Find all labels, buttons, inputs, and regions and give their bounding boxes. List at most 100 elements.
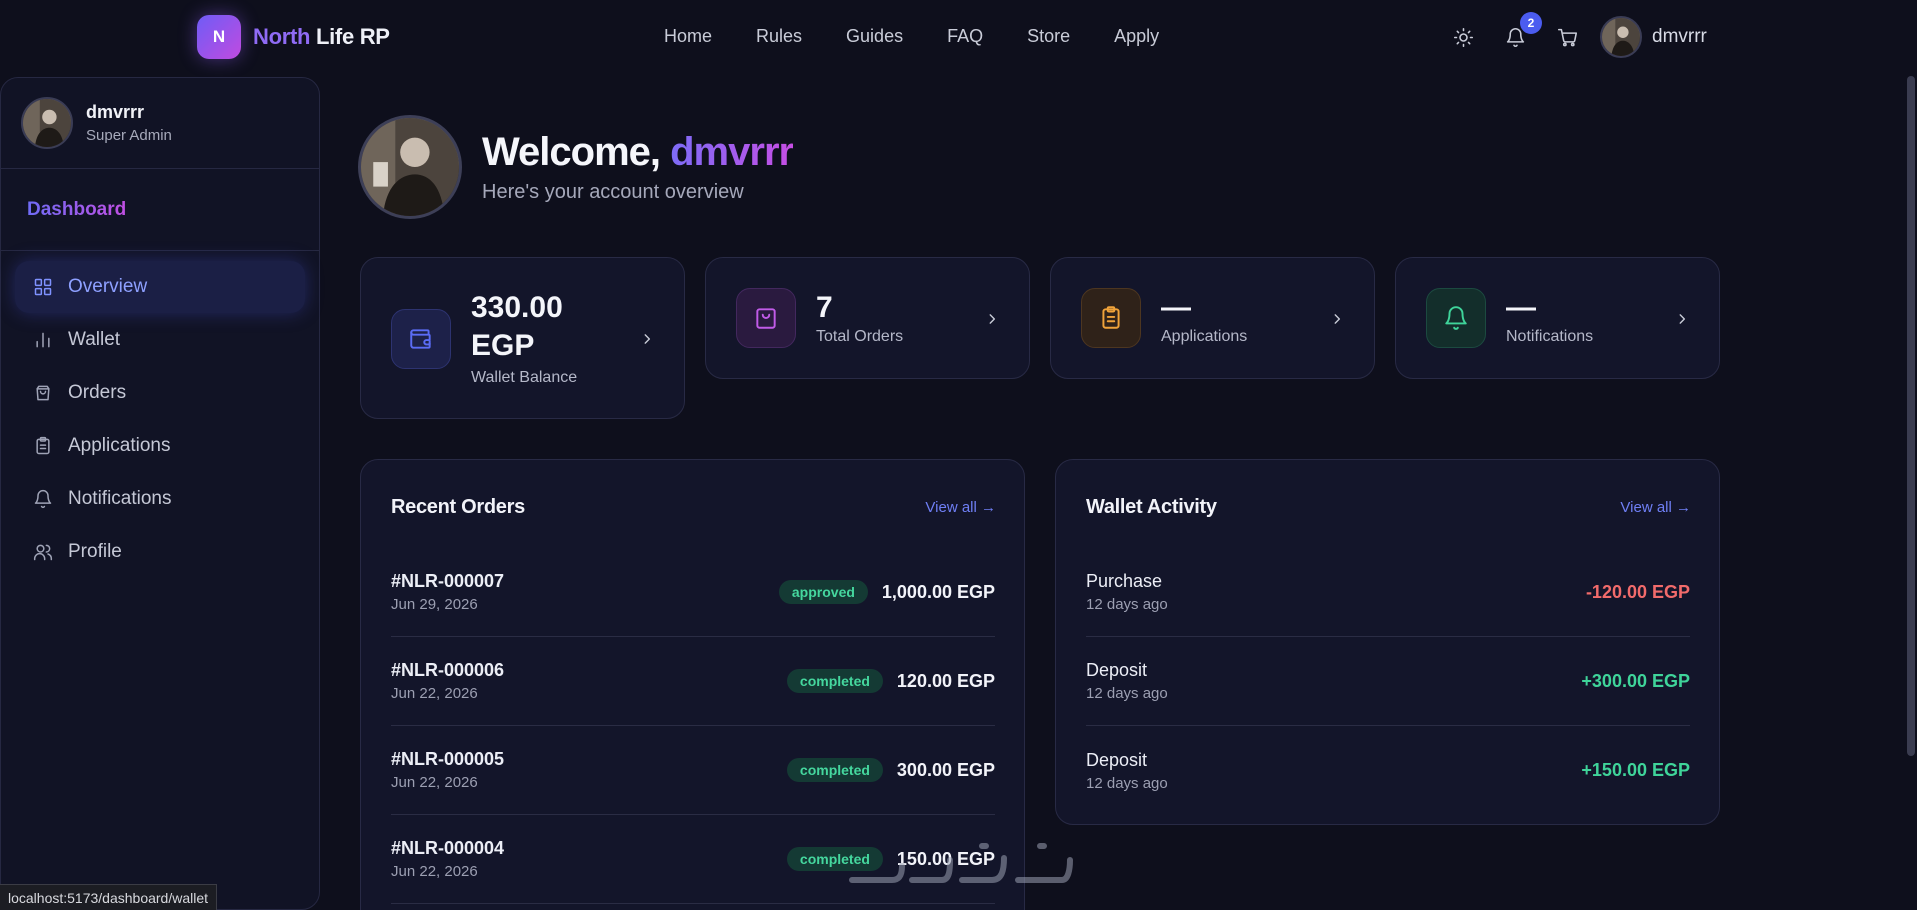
stat-value: — bbox=[1506, 291, 1536, 324]
stat-icon-wrap bbox=[1081, 288, 1141, 348]
bar-chart-icon bbox=[36, 332, 50, 348]
stat-card-wallet-balance[interactable]: 330.00 EGP Wallet Balance bbox=[360, 257, 685, 419]
order-id: #NLR-000004 bbox=[391, 838, 505, 858]
stat-icon-wrap bbox=[1426, 288, 1486, 348]
panel-title: Wallet Activity bbox=[1086, 496, 1217, 518]
transaction-time: 12 days ago bbox=[1086, 774, 1168, 792]
order-date: Jun 22, 2026 bbox=[391, 774, 478, 791]
welcome-greeting: Welcome, bbox=[482, 130, 661, 174]
sidebar-role: Super Admin bbox=[86, 127, 172, 144]
order-row[interactable]: #NLR-000005 Jun 22, 2026 completed 300.0… bbox=[391, 726, 995, 815]
stat-icon-wrap bbox=[736, 288, 796, 348]
order-row[interactable]: #NLR-000007 Jun 29, 2026 approved 1,000.… bbox=[391, 548, 995, 637]
sidebar-item-label: Applications bbox=[68, 435, 171, 456]
user-menu[interactable]: dmvrrr bbox=[1600, 16, 1707, 58]
wallet-icon bbox=[410, 329, 431, 349]
bag-icon bbox=[756, 308, 776, 329]
notification-count-badge: 2 bbox=[1520, 12, 1542, 34]
page-title: Welcome, dmvrrr bbox=[482, 130, 794, 175]
stat-card-notifications[interactable]: — Notifications bbox=[1395, 257, 1720, 379]
wallet-activity-panel: Wallet Activity View all → Purchase 12 d… bbox=[1055, 459, 1720, 825]
order-date: Jun 22, 2026 bbox=[391, 685, 478, 702]
welcome-section: Welcome, dmvrrr Here's your account over… bbox=[358, 115, 794, 219]
cart-button[interactable] bbox=[1552, 22, 1582, 52]
notifications-button[interactable]: 2 bbox=[1500, 12, 1542, 52]
transaction-type: Deposit bbox=[1086, 660, 1148, 680]
brand-name-part2: Life RP bbox=[315, 24, 390, 49]
brand-name-part1: North bbox=[253, 24, 311, 49]
stat-value: 7 bbox=[816, 291, 833, 324]
order-id: #NLR-000005 bbox=[391, 749, 505, 769]
brand-logo[interactable]: N North Life RP bbox=[197, 15, 390, 59]
stat-card-applications[interactable]: — Applications bbox=[1050, 257, 1375, 379]
wallet-transaction-row[interactable]: Purchase 12 days ago -120.00 EGP bbox=[1086, 548, 1690, 637]
sidebar-username: dmvrrr bbox=[86, 102, 145, 122]
avatar bbox=[1600, 16, 1642, 58]
status-badge: completed bbox=[786, 758, 883, 782]
order-date: Jun 22, 2026 bbox=[391, 863, 478, 880]
wallet-transaction-row[interactable]: Deposit 12 days ago +300.00 EGP bbox=[1086, 637, 1690, 726]
panel-title: Recent Orders bbox=[391, 496, 525, 518]
nav-link-rules[interactable]: Rules bbox=[756, 26, 802, 47]
stat-label: Wallet Balance bbox=[471, 369, 578, 386]
sun-icon bbox=[1453, 27, 1473, 47]
watermark-logo bbox=[849, 843, 1073, 883]
order-amount: 300.00 EGP bbox=[896, 759, 995, 780]
sidebar-item-label: Orders bbox=[68, 382, 127, 403]
sidebar-menu: Overview Wallet Orders Applications Noti… bbox=[1, 251, 319, 589]
stat-label: Applications bbox=[1161, 328, 1248, 345]
chevron-right-icon bbox=[644, 334, 651, 344]
transaction-amount: +150.00 EGP bbox=[1581, 760, 1690, 780]
sidebar-item-label: Notifications bbox=[68, 488, 172, 509]
status-badge: approved bbox=[778, 580, 868, 604]
transaction-type: Purchase bbox=[1086, 571, 1163, 591]
avatar bbox=[21, 97, 73, 149]
nav-link-store[interactable]: Store bbox=[1027, 26, 1070, 47]
clipboard-icon bbox=[36, 436, 50, 455]
stat-value: 330.00 EGP bbox=[471, 289, 563, 365]
stat-card-total-orders[interactable]: 7 Total Orders bbox=[705, 257, 1030, 379]
sidebar-item-orders[interactable]: Orders bbox=[15, 367, 305, 419]
main-nav: Home Rules Guides FAQ Store Apply bbox=[664, 26, 1203, 47]
sidebar-item-notifications[interactable]: Notifications bbox=[15, 473, 305, 525]
sidebar-item-label: Wallet bbox=[68, 329, 121, 350]
stat-value-line2: EGP bbox=[471, 329, 535, 362]
transaction-type: Deposit bbox=[1086, 749, 1148, 770]
scrollbar-thumb[interactable] bbox=[1907, 76, 1915, 756]
brand-name: North Life RP bbox=[253, 24, 390, 50]
view-all-wallet-link[interactable]: View all → bbox=[1620, 499, 1691, 516]
bell-icon bbox=[1445, 306, 1467, 330]
order-id: #NLR-000007 bbox=[391, 571, 505, 591]
order-amount: 120.00 EGP bbox=[896, 670, 995, 691]
nav-link-faq[interactable]: FAQ bbox=[947, 26, 983, 47]
top-navbar: N North Life RP Home Rules Guides FAQ St… bbox=[0, 0, 1917, 76]
theme-toggle-button[interactable] bbox=[1448, 22, 1478, 52]
nav-link-apply[interactable]: Apply bbox=[1114, 26, 1159, 47]
stat-value: — bbox=[1161, 291, 1191, 324]
sidebar: dmvrrr Super Admin Dashboard Overview Wa… bbox=[0, 77, 320, 910]
wallet-transaction-row[interactable]: Deposit 12 days ago +150.00 EGP bbox=[1086, 726, 1690, 815]
transaction-amount: -120.00 EGP bbox=[1585, 581, 1690, 602]
nav-link-guides[interactable]: Guides bbox=[846, 26, 903, 47]
sidebar-item-profile[interactable]: Profile bbox=[15, 526, 305, 578]
transaction-time: 12 days ago bbox=[1086, 685, 1168, 702]
page-scrollbar[interactable] bbox=[1905, 0, 1917, 910]
sidebar-item-wallet[interactable]: Wallet bbox=[15, 314, 305, 366]
sidebar-title: Dashboard bbox=[27, 198, 127, 220]
chevron-right-icon bbox=[989, 314, 996, 324]
view-all-orders-link[interactable]: View all → bbox=[925, 499, 996, 516]
transaction-amount: +300.00 EGP bbox=[1581, 670, 1690, 691]
brand-mark: N bbox=[197, 15, 241, 59]
order-row[interactable]: #NLR-000006 Jun 22, 2026 completed 120.0… bbox=[391, 637, 995, 726]
order-amount: 1,000.00 EGP bbox=[881, 581, 995, 602]
sidebar-item-applications[interactable]: Applications bbox=[15, 420, 305, 472]
bag-icon bbox=[36, 385, 50, 401]
nav-link-home[interactable]: Home bbox=[664, 26, 712, 47]
sidebar-item-label: Profile bbox=[68, 541, 122, 562]
stat-icon-wrap bbox=[391, 309, 451, 369]
sidebar-item-overview[interactable]: Overview bbox=[15, 261, 305, 313]
clipboard-icon bbox=[1102, 306, 1120, 329]
bell-icon bbox=[34, 489, 52, 509]
welcome-name: dmvrrr bbox=[670, 130, 794, 174]
stat-value-line1: 330.00 bbox=[471, 291, 563, 324]
